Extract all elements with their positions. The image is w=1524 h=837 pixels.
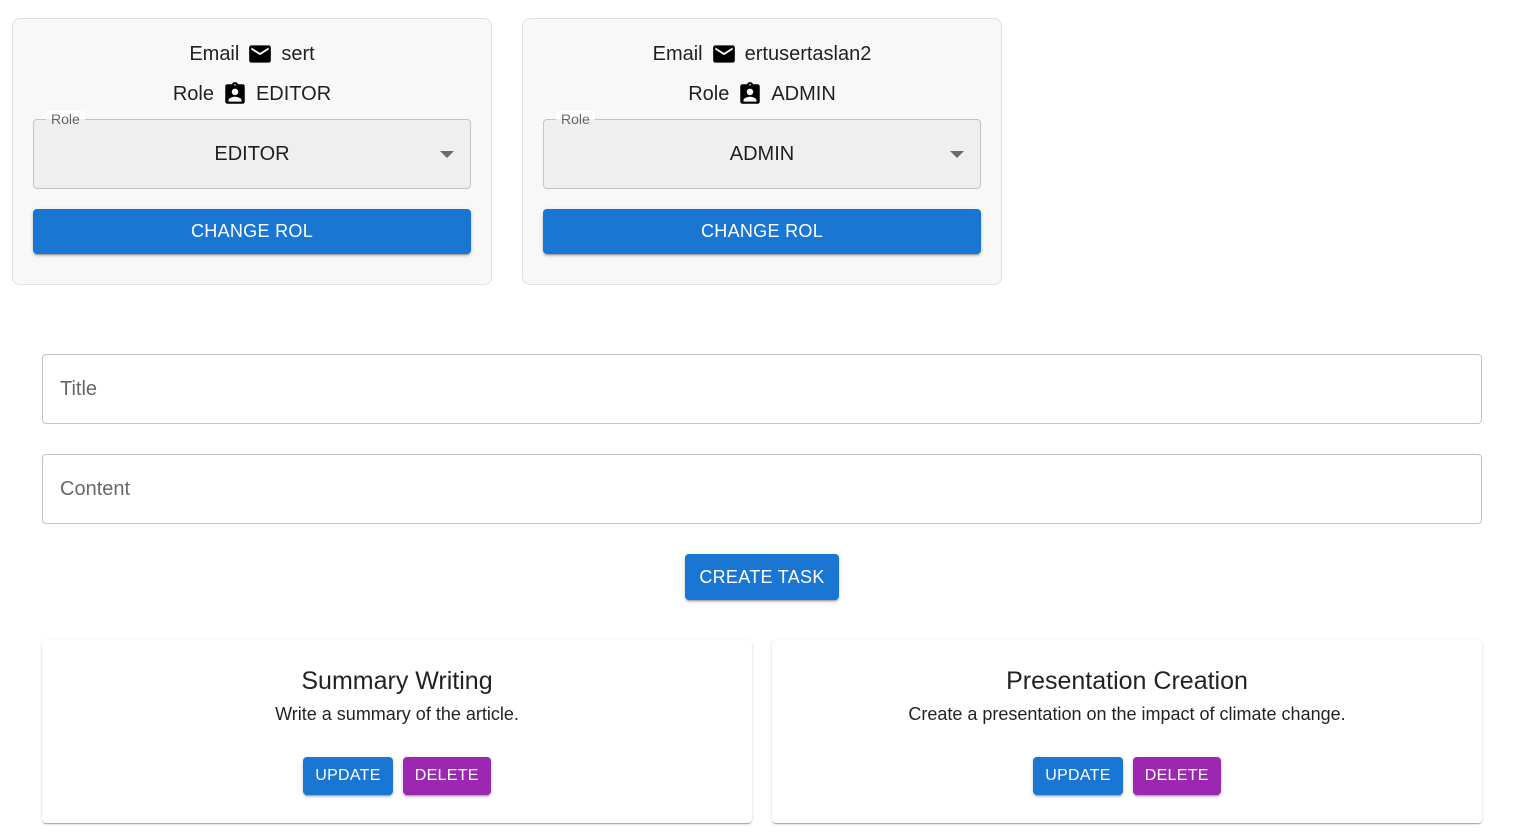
email-label: Email xyxy=(652,42,703,65)
task-title: Summary Writing xyxy=(301,667,493,695)
delete-task-button[interactable]: DELETE xyxy=(1132,757,1221,795)
role-select-value: EDITOR xyxy=(214,142,290,165)
user-card: Email sert Role EDITOR Role EDITOR CHANG… xyxy=(12,18,492,285)
task-content: Write a summary of the article. xyxy=(275,704,519,724)
change-role-button[interactable]: CHANGE ROL xyxy=(33,209,471,254)
user-list: Email sert Role EDITOR Role EDITOR CHANG… xyxy=(12,18,1002,285)
mail-icon xyxy=(247,41,273,67)
badge-icon xyxy=(222,81,248,107)
user-role: EDITOR xyxy=(255,82,332,105)
user-card: Email ertusertaslan2 Role ADMIN Role ADM… xyxy=(522,18,1002,285)
task-title: Presentation Creation xyxy=(1006,667,1248,695)
title-field[interactable] xyxy=(42,354,1482,424)
task-list: Summary Writing Write a summary of the a… xyxy=(42,640,1482,823)
task-card: Presentation Creation Create a presentat… xyxy=(772,640,1482,823)
user-email: ertusertaslan2 xyxy=(744,42,872,65)
user-email-line: Email ertusertaslan2 xyxy=(543,39,981,69)
task-actions: UPDATE DELETE xyxy=(1033,757,1221,795)
role-label: Role xyxy=(172,82,214,105)
task-card: Summary Writing Write a summary of the a… xyxy=(42,640,752,823)
mail-icon xyxy=(711,41,737,67)
dropdown-arrow-icon xyxy=(440,151,454,158)
dropdown-arrow-icon xyxy=(950,151,964,158)
role-select-value: ADMIN xyxy=(729,142,795,165)
role-label: Role xyxy=(688,82,730,105)
create-task-button[interactable]: CREATE TASK xyxy=(685,554,839,600)
user-email-line: Email sert xyxy=(33,39,471,69)
update-task-button[interactable]: UPDATE xyxy=(303,757,393,795)
task-actions: UPDATE DELETE xyxy=(303,757,491,795)
update-task-button[interactable]: UPDATE xyxy=(1033,757,1123,795)
role-select[interactable]: Role ADMIN xyxy=(543,111,981,189)
task-content: Create a presentation on the impact of c… xyxy=(908,704,1346,724)
user-role-line: Role ADMIN xyxy=(543,79,981,109)
user-role: ADMIN xyxy=(771,82,836,105)
content-input[interactable] xyxy=(60,477,1481,501)
user-role-line: Role EDITOR xyxy=(33,79,471,109)
badge-icon xyxy=(737,81,763,107)
email-label: Email xyxy=(189,42,240,65)
role-select[interactable]: Role EDITOR xyxy=(33,111,471,189)
title-input[interactable] xyxy=(60,377,1481,401)
user-email: sert xyxy=(281,42,315,65)
delete-task-button[interactable]: DELETE xyxy=(402,757,491,795)
change-role-button[interactable]: CHANGE ROL xyxy=(543,209,981,254)
content-field[interactable] xyxy=(42,454,1482,524)
